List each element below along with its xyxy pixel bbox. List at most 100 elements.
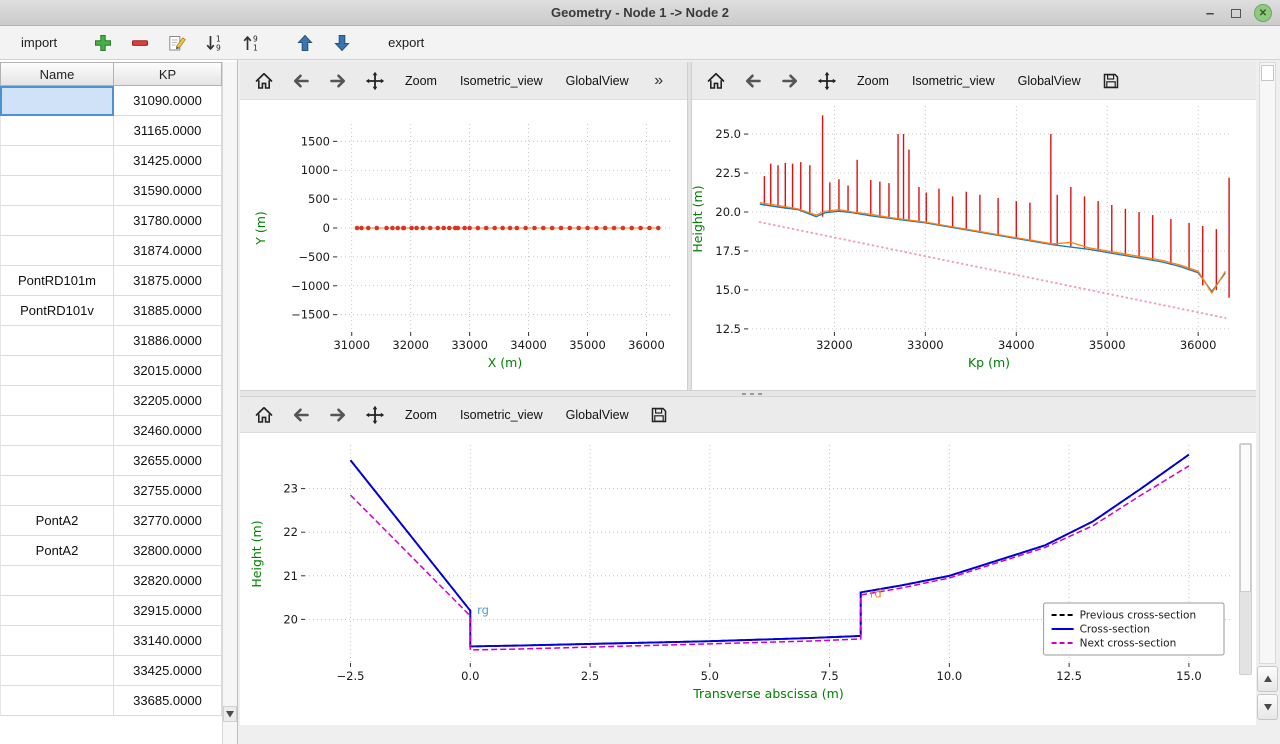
save-button[interactable] xyxy=(645,401,673,429)
kp-cell[interactable]: 32800.0000 xyxy=(114,536,222,566)
titlebar[interactable]: Geometry - Node 1 -> Node 2 – ✕ xyxy=(0,0,1280,26)
xy-plot[interactable]: 310003200033000340003500036000−1500−1000… xyxy=(240,100,687,390)
scrollbar-track[interactable] xyxy=(1259,62,1276,664)
kp-cell[interactable]: 32015.0000 xyxy=(114,356,222,386)
kp-cell[interactable]: 31425.0000 xyxy=(114,146,222,176)
kp-cell[interactable]: 31165.0000 xyxy=(114,116,222,146)
close-button[interactable]: ✕ xyxy=(1254,4,1272,22)
kp-cell[interactable]: 32915.0000 xyxy=(114,596,222,626)
table-scroll-down-button[interactable] xyxy=(223,706,237,722)
zoom-button[interactable]: Zoom xyxy=(398,405,444,425)
pan-button[interactable] xyxy=(361,67,389,95)
profile-plot[interactable]: 320003300034000350003600012.515.017.520.… xyxy=(692,100,1256,390)
sort-descending-icon[interactable] xyxy=(201,30,227,56)
kp-cell[interactable]: 31875.0000 xyxy=(114,266,222,296)
save-button[interactable] xyxy=(1097,67,1125,95)
horizontal-splitter[interactable] xyxy=(240,390,1256,397)
kp-cell[interactable]: 32755.0000 xyxy=(114,476,222,506)
name-cell[interactable] xyxy=(0,236,114,266)
home-button[interactable] xyxy=(250,67,278,95)
profile-figure[interactable]: 320003300034000350003600012.515.017.520.… xyxy=(692,100,1256,390)
pan-button[interactable] xyxy=(813,67,841,95)
name-cell[interactable] xyxy=(0,116,114,146)
kp-cell[interactable]: 31874.0000 xyxy=(114,236,222,266)
name-cell[interactable] xyxy=(0,146,114,176)
name-cell[interactable] xyxy=(0,596,114,626)
name-cell[interactable] xyxy=(0,326,114,356)
kp-cell[interactable]: 31886.0000 xyxy=(114,326,222,356)
scrollbar-thumb[interactable] xyxy=(1240,444,1251,592)
toolbar-overflow-button[interactable]: » xyxy=(645,67,673,95)
cross-section-figure[interactable]: −2.50.02.55.07.510.012.515.020212223Tran… xyxy=(240,433,1256,725)
column-header-name[interactable]: Name xyxy=(0,62,114,86)
name-cell[interactable]: PontRD101v xyxy=(0,296,114,326)
column-header-kp[interactable]: KP xyxy=(114,62,222,86)
edit-icon[interactable] xyxy=(164,30,190,56)
scroll-up-button[interactable] xyxy=(1257,666,1278,692)
maximize-button[interactable] xyxy=(1231,9,1241,18)
kp-cell[interactable]: 31780.0000 xyxy=(114,206,222,236)
name-cell[interactable] xyxy=(0,206,114,236)
name-cell[interactable] xyxy=(0,176,114,206)
kp-cell[interactable]: 32460.0000 xyxy=(114,416,222,446)
table-row: 33425.0000 xyxy=(0,656,237,686)
name-cell[interactable] xyxy=(0,86,114,116)
svg-text:1000: 1000 xyxy=(301,163,330,177)
forward-button[interactable] xyxy=(324,401,352,429)
cross-section-plot[interactable]: −2.50.02.55.07.510.012.515.020212223Tran… xyxy=(240,433,1236,725)
name-cell[interactable] xyxy=(0,686,114,716)
kp-cell[interactable]: 32205.0000 xyxy=(114,386,222,416)
kp-cell[interactable]: 33425.0000 xyxy=(114,656,222,686)
name-cell[interactable] xyxy=(0,626,114,656)
name-cell[interactable] xyxy=(0,356,114,386)
scroll-down-button[interactable] xyxy=(1257,694,1278,720)
global-view-button[interactable]: GlobalView xyxy=(559,405,636,425)
name-cell[interactable] xyxy=(0,416,114,446)
zoom-button[interactable]: Zoom xyxy=(398,71,444,91)
isometric-view-button[interactable]: Isometric_view xyxy=(453,405,550,425)
kp-cell[interactable]: 32770.0000 xyxy=(114,506,222,536)
name-cell[interactable] xyxy=(0,386,114,416)
kp-cell[interactable]: 33140.0000 xyxy=(114,626,222,656)
isometric-view-button[interactable]: Isometric_view xyxy=(453,71,550,91)
table-scrollbar[interactable] xyxy=(222,62,237,744)
table-row: 31886.0000 xyxy=(0,326,237,356)
name-cell[interactable] xyxy=(0,446,114,476)
zoom-button[interactable]: Zoom xyxy=(850,71,896,91)
kp-cell[interactable]: 32820.0000 xyxy=(114,566,222,596)
kp-cell[interactable]: 32655.0000 xyxy=(114,446,222,476)
import-button[interactable]: import xyxy=(16,32,62,53)
name-cell[interactable] xyxy=(0,656,114,686)
remove-icon[interactable] xyxy=(127,30,153,56)
name-cell[interactable] xyxy=(0,566,114,596)
main-scrollbar[interactable] xyxy=(1256,60,1280,744)
kp-cell[interactable]: 31590.0000 xyxy=(114,176,222,206)
name-cell[interactable]: PontA2 xyxy=(0,536,114,566)
forward-button[interactable] xyxy=(324,67,352,95)
xy-figure[interactable]: 310003200033000340003500036000−1500−1000… xyxy=(240,100,687,390)
back-button[interactable] xyxy=(739,67,767,95)
global-view-button[interactable]: GlobalView xyxy=(559,71,636,91)
minimize-button[interactable]: – xyxy=(1202,5,1218,22)
home-button[interactable] xyxy=(250,401,278,429)
export-button[interactable]: export xyxy=(383,32,429,53)
kp-cell[interactable]: 31090.0000 xyxy=(114,86,222,116)
scrollbar-thumb[interactable] xyxy=(1261,65,1274,81)
cross-section-scrollbar[interactable] xyxy=(1239,443,1252,675)
global-view-button[interactable]: GlobalView xyxy=(1011,71,1088,91)
name-cell[interactable]: PontRD101m xyxy=(0,266,114,296)
name-cell[interactable] xyxy=(0,476,114,506)
back-button[interactable] xyxy=(287,401,315,429)
name-cell[interactable]: PontA2 xyxy=(0,506,114,536)
add-icon[interactable] xyxy=(90,30,116,56)
move-up-icon[interactable] xyxy=(292,30,318,56)
forward-button[interactable] xyxy=(776,67,804,95)
home-button[interactable] xyxy=(702,67,730,95)
pan-button[interactable] xyxy=(361,401,389,429)
kp-cell[interactable]: 33685.0000 xyxy=(114,686,222,716)
kp-cell[interactable]: 31885.0000 xyxy=(114,296,222,326)
isometric-view-button[interactable]: Isometric_view xyxy=(905,71,1002,91)
back-button[interactable] xyxy=(287,67,315,95)
move-down-icon[interactable] xyxy=(329,30,355,56)
sort-ascending-icon[interactable] xyxy=(238,30,264,56)
